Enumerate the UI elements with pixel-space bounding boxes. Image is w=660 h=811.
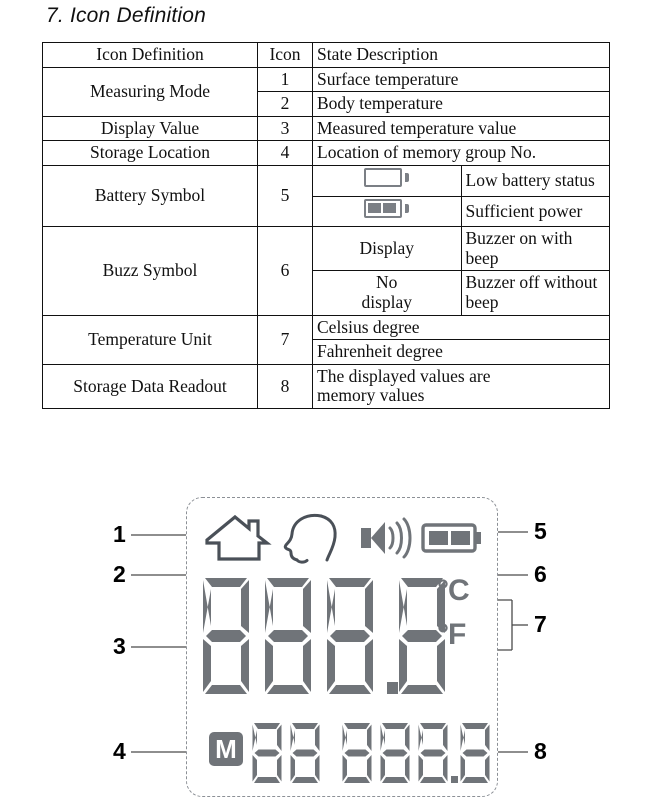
cell-battery-symbol: Battery Symbol: [42, 164, 258, 228]
cell-temperature-unit: Temperature Unit: [42, 314, 258, 365]
cell-sub-no-display: No display: [312, 270, 462, 316]
cell-num-3: 3: [257, 115, 313, 142]
callout-8: 8: [534, 738, 547, 764]
unit-fahrenheit: °F: [437, 618, 466, 651]
cell-storage-location: Storage Location: [42, 140, 258, 166]
page-title: 7. Icon Definition: [46, 4, 207, 27]
cell-desc-storage-data-readout: The displayed values are memory values: [312, 363, 610, 409]
cell-buzz-symbol: Buzz Symbol: [42, 226, 258, 316]
cell-num-8: 8: [257, 363, 313, 409]
cell-desc-celsius-degree: Celsius degree: [312, 314, 610, 341]
cell-desc-surface-temperature: Surface temperature: [312, 66, 610, 93]
cell-desc-low-battery-status: Low battery status: [460, 164, 610, 197]
callout-7: 7: [534, 611, 547, 637]
battery-full-icon: [419, 510, 489, 566]
cell-display-value: Display Value: [42, 115, 258, 142]
cell-desc-location-of-memory-group: Location of memory group No.: [312, 140, 610, 166]
cell-desc-sufficient-power: Sufficient power: [460, 195, 610, 228]
memory-seven-segment-digits: [252, 723, 490, 783]
head-icon: [277, 510, 347, 566]
callout-4: 4: [113, 738, 126, 764]
cell-desc-buzzer-on: Buzzer on with beep: [460, 226, 610, 272]
sub-no: No: [376, 272, 398, 293]
icon-definition-table: Icon Definition Icon State Description M…: [42, 42, 610, 409]
cell-sub-display: Display: [312, 226, 462, 272]
table-row: Buzz Symbol 6 Display Buzzer on with bee…: [42, 226, 610, 316]
lcd-icon-row: [187, 510, 499, 566]
callout-5: 5: [534, 518, 547, 544]
storage-desc-line1: The displayed values are: [317, 365, 491, 386]
sub-display: display: [361, 291, 413, 312]
table-row: Display Value 3 Measured temperature val…: [42, 115, 610, 142]
table-row: Measuring Mode 1 Surface temperature: [42, 66, 610, 117]
cell-battery-empty: [312, 164, 462, 197]
header-state-description: State Description: [312, 42, 610, 68]
cell-desc-buzzer-off: Buzzer off without beep: [460, 270, 610, 316]
callout-1: 1: [113, 521, 126, 547]
memory-row: M: [197, 720, 499, 786]
house-icon: [201, 510, 277, 566]
lcd-panel: °C °F M: [186, 497, 498, 797]
battery-empty-icon: [363, 167, 410, 189]
table-row: Storage Location 4 Location of memory gr…: [42, 140, 610, 166]
callout-3: 3: [113, 633, 126, 659]
cell-num-1: 1: [257, 66, 313, 93]
table-row: Temperature Unit 7 Celsius degree: [42, 314, 610, 365]
cell-battery-full: [312, 195, 462, 228]
table-header-row: Icon Definition Icon State Description: [42, 42, 610, 68]
speaker-waves-icon: [349, 510, 417, 566]
callout-6: 6: [534, 561, 547, 587]
header-icon: Icon: [257, 42, 313, 68]
cell-num-2: 2: [257, 91, 313, 117]
battery-full-icon: [363, 198, 410, 220]
cell-measuring-mode: Measuring Mode: [42, 66, 258, 117]
table-row: Battery Symbol 5 Low battery status: [42, 164, 610, 228]
cell-num-5: 5: [257, 164, 313, 228]
unit-celsius: °C: [437, 574, 470, 607]
cell-storage-data-readout: Storage Data Readout: [42, 363, 258, 409]
cell-desc-measured-temperature-value: Measured temperature value: [312, 115, 610, 142]
table-row: Storage Data Readout 8 The displayed val…: [42, 363, 610, 409]
storage-desc-line2: memory values: [317, 385, 425, 406]
header-icon-definition: Icon Definition: [42, 42, 258, 68]
cell-desc-body-temperature: Body temperature: [312, 91, 610, 117]
unit-stack: °C °F: [433, 576, 493, 694]
cell-num-6: 6: [257, 226, 313, 316]
cell-num-4: 4: [257, 140, 313, 166]
lcd-display-diagram: 1 2 3 4 5 6 7 8 °C °F M: [0, 487, 660, 811]
callout-2: 2: [113, 561, 126, 587]
cell-num-7: 7: [257, 314, 313, 365]
cell-desc-fahrenheit-degree: Fahrenheit degree: [312, 339, 610, 365]
